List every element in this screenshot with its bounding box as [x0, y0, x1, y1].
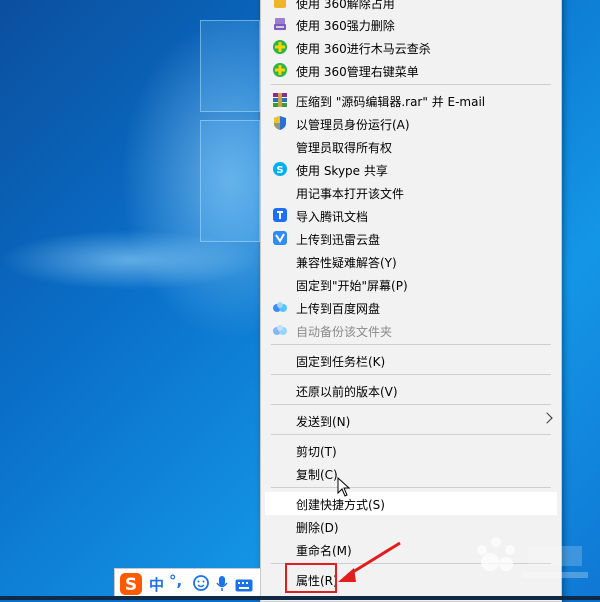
svg-text:S: S	[125, 575, 137, 595]
menu-item-label: 剪切(T)	[296, 445, 337, 459]
baidu-netdisk-icon	[272, 299, 288, 315]
360-scan-icon	[272, 39, 288, 55]
menu-separator	[271, 344, 551, 345]
menu-item-label: 压缩到 "源码编辑器.rar" 并 E-mail	[296, 95, 486, 109]
menu-item-create-shortcut[interactable]: 创建快捷方式(S)	[265, 477, 557, 515]
menu-item-cut[interactable]: 剪切(T)	[261, 439, 561, 462]
menu-item-label: 用记事本打开该文件	[296, 187, 405, 201]
menu-item-label: 删除(D)	[296, 521, 339, 535]
menu-item-pin-to-taskbar[interactable]: 固定到任务栏(K)	[261, 349, 561, 372]
menu-item-label: 使用 360强力删除	[296, 19, 395, 33]
windows-logo-pane-top-left	[200, 20, 260, 112]
menu-item-take-ownership[interactable]: 管理员取得所有权	[261, 135, 561, 158]
menu-item-baidu-upload[interactable]: 上传到百度网盘	[261, 296, 561, 319]
ime-mode-toggle[interactable]: 中	[149, 574, 164, 595]
menu-item-label: 管理员取得所有权	[296, 141, 393, 155]
menu-item-label: 兼容性疑难解答(Y)	[296, 256, 397, 270]
menu-item-360-trojan-scan[interactable]: 使用 360进行木马云查杀	[261, 36, 561, 59]
menu-item-compat-troubleshoot[interactable]: 兼容性疑难解答(Y)	[261, 250, 561, 273]
menu-item-label: 还原以前的版本(V)	[296, 385, 398, 399]
menu-separator	[271, 404, 551, 405]
menu-item-label: 使用 360解除占用	[296, 0, 395, 11]
menu-item-360-menu-manager[interactable]: 使用 360管理右键菜单	[261, 59, 561, 82]
xunlei-cloud-icon	[272, 230, 288, 246]
menu-separator	[271, 434, 551, 435]
menu-item-label: 固定到"开始"屏幕(P)	[296, 279, 408, 293]
sogou-logo-icon[interactable]: S	[119, 572, 143, 596]
menu-item-restore-previous-versions[interactable]: 还原以前的版本(V)	[261, 379, 561, 402]
menu-item-tencent-docs[interactable]: 导入腾讯文档	[261, 204, 561, 227]
menu-item-send-to[interactable]: 发送到(N)	[261, 409, 561, 432]
menu-item-label: 上传到百度网盘	[296, 302, 381, 316]
menu-item-label: 使用 Skype 共享	[296, 164, 388, 178]
menu-item-label: 以管理员身份运行(A)	[296, 118, 410, 132]
uac-shield-icon	[272, 115, 288, 131]
microphone-icon[interactable]	[216, 575, 228, 592]
windows-logo-pane-bottom-left	[200, 120, 260, 242]
ime-punctuation-toggle[interactable]: °,	[169, 572, 182, 590]
chevron-right-icon	[541, 412, 553, 424]
menu-item-label: 使用 360进行木马云查杀	[296, 42, 431, 56]
context-menu: 使用 360解除占用 使用 360强力删除 使用 360进行木马云查杀 使用 3…	[260, 0, 562, 602]
winrar-icon	[272, 92, 288, 108]
mouse-cursor-icon	[337, 477, 351, 497]
skype-icon: S	[272, 161, 288, 177]
keyboard-icon[interactable]	[235, 577, 253, 592]
menu-item-label: 自动备份该文件夹	[296, 325, 393, 339]
tencent-docs-icon	[272, 207, 288, 223]
360-shred-icon	[272, 16, 288, 32]
360-menu-manager-icon	[272, 62, 288, 78]
menu-item-open-notepad[interactable]: 用记事本打开该文件	[261, 181, 561, 204]
menu-item-label: 使用 360管理右键菜单	[296, 65, 419, 79]
baidu-jingyan-watermark	[477, 537, 588, 578]
menu-item-pin-to-start[interactable]: 固定到"开始"屏幕(P)	[261, 273, 561, 296]
svg-text:S: S	[276, 165, 283, 176]
menu-item-run-as-admin[interactable]: 以管理员身份运行(A)	[261, 112, 561, 135]
annotation-arrow-icon	[338, 541, 401, 582]
menu-item-label: 发送到(N)	[296, 415, 351, 429]
menu-item-label: 导入腾讯文档	[296, 210, 369, 224]
menu-item-skype-share[interactable]: S 使用 Skype 共享	[261, 158, 561, 181]
emoji-icon[interactable]	[193, 575, 209, 591]
menu-item-copy[interactable]: 复制(C)	[261, 462, 561, 485]
menu-item-compress-email[interactable]: 压缩到 "源码编辑器.rar" 并 E-mail	[261, 89, 561, 112]
menu-separator	[271, 374, 551, 375]
menu-item-label: 上传到迅雷云盘	[296, 233, 381, 247]
360-unlock-icon	[272, 0, 288, 10]
baidu-netdisk-icon	[272, 322, 288, 338]
menu-item-auto-backup: 自动备份该文件夹	[261, 319, 561, 342]
menu-item-xunlei-cloud[interactable]: 上传到迅雷云盘	[261, 227, 561, 250]
menu-item-360-shred[interactable]: 使用 360强力删除	[261, 13, 561, 36]
menu-item-label: 复制(C)	[296, 468, 338, 482]
menu-separator	[271, 84, 551, 85]
menu-item-label: 固定到任务栏(K)	[296, 355, 386, 369]
menu-item-360-unlock[interactable]: 使用 360解除占用	[261, 0, 561, 14]
menu-separator	[271, 487, 551, 488]
taskbar	[0, 596, 600, 600]
